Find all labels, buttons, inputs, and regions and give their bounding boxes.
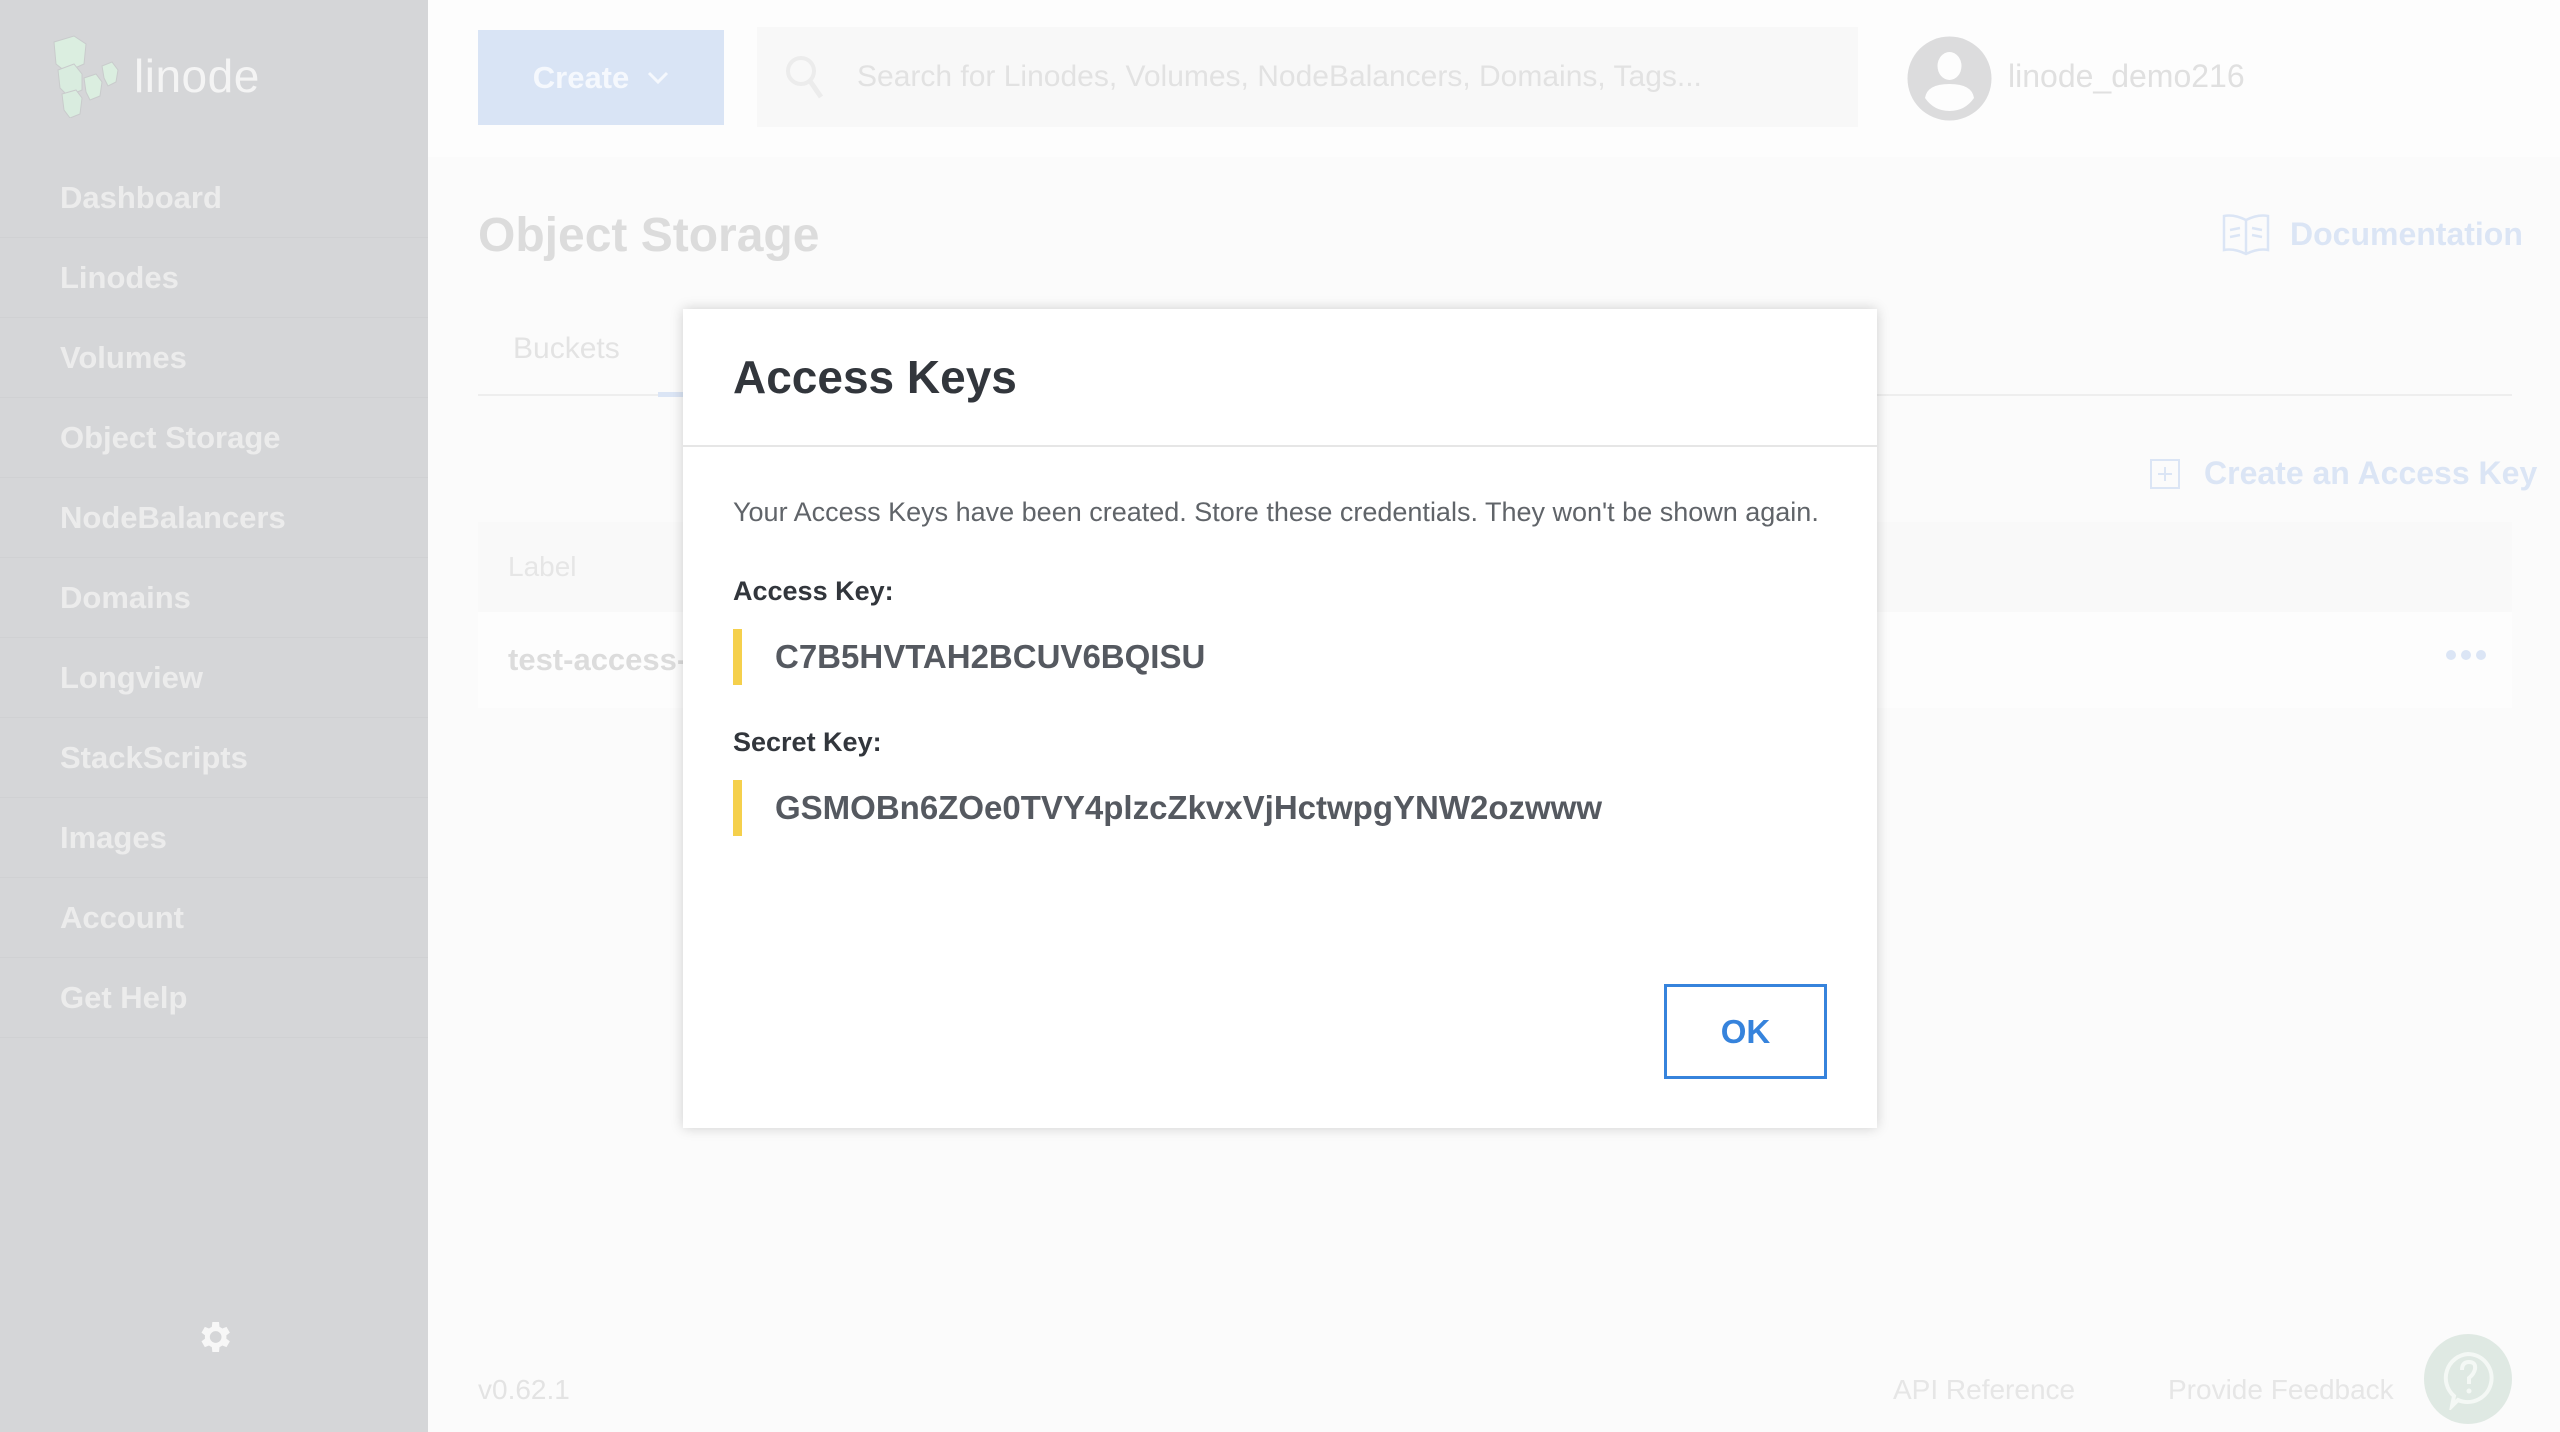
provide-feedback-link[interactable]: Provide Feedback: [2168, 1374, 2394, 1406]
user-avatar-icon[interactable]: [1907, 36, 1992, 121]
dialog-body: Your Access Keys have been created. Stor…: [683, 497, 1877, 836]
more-dot-icon: [2446, 650, 2456, 660]
row-actions-menu[interactable]: [2446, 650, 2486, 660]
plus-icon: [2150, 458, 2180, 489]
linode-logo-icon: [53, 35, 119, 118]
sidebar-item-dashboard[interactable]: Dashboard: [0, 158, 428, 238]
dialog-header: Access Keys: [683, 309, 1877, 447]
sidebar-item-object-storage[interactable]: Object Storage: [0, 398, 428, 478]
username[interactable]: linode_demo216: [2008, 58, 2245, 95]
documentation-link[interactable]: Documentation: [2222, 212, 2523, 256]
sidebar-item-nodebalancers[interactable]: NodeBalancers: [0, 478, 428, 558]
create-access-key-button[interactable]: Create an Access Key: [2150, 455, 2537, 492]
sidebar-item-domains[interactable]: Domains: [0, 558, 428, 638]
access-key-label: Access Key:: [733, 576, 894, 606]
search-bar[interactable]: [757, 27, 1858, 127]
chevron-down-icon: [648, 71, 669, 84]
sidebar-item-longview[interactable]: Longview: [0, 638, 428, 718]
create-button-label: Create: [532, 59, 630, 95]
gear-icon[interactable]: [194, 1317, 234, 1357]
sidebar-item-images[interactable]: Images: [0, 798, 428, 878]
create-access-key-label: Create an Access Key: [2204, 455, 2538, 491]
sidebar-item-volumes[interactable]: Volumes: [0, 318, 428, 398]
top-bar: Create linode_demo216 1: [428, 0, 2560, 157]
documentation-label: Documentation: [2290, 215, 2523, 252]
page-title: Object Storage: [478, 209, 820, 262]
book-icon: [2222, 214, 2270, 256]
sidebar-item-get-help[interactable]: Get Help: [0, 958, 428, 1038]
sidebar-item-stackscripts[interactable]: StackScripts: [0, 718, 428, 798]
version-label: v0.62.1: [478, 1374, 570, 1405]
access-key-value[interactable]: C7B5HVTAH2BCUV6BQISU: [733, 629, 1827, 685]
help-question-icon: [2443, 1351, 2494, 1410]
search-icon: [786, 56, 824, 99]
secret-key-label: Secret Key:: [733, 727, 882, 757]
secret-key-value[interactable]: GSMOBn6ZOe0TVY4plzcZkvxVjHctwpgYNW2ozwww: [733, 780, 1827, 836]
dialog-title: Access Keys: [733, 351, 1017, 403]
dialog-message: Your Access Keys have been created. Stor…: [733, 497, 1819, 527]
create-button[interactable]: Create: [478, 30, 724, 125]
sidebar-item-account[interactable]: Account: [0, 878, 428, 958]
more-dot-icon: [2476, 650, 2486, 660]
column-header-label: Label: [508, 551, 577, 582]
sidebar-item-linodes[interactable]: Linodes: [0, 238, 428, 318]
brand-name: linode: [134, 50, 260, 102]
access-keys-dialog: Access Keys Your Access Keys have been c…: [683, 309, 1877, 1128]
more-dot-icon: [2461, 650, 2471, 660]
sidebar: linode Dashboard Linodes Volumes Object …: [0, 0, 428, 1432]
search-input[interactable]: [857, 60, 1817, 94]
api-reference-link[interactable]: API Reference: [1893, 1374, 2075, 1406]
tab-buckets[interactable]: Buckets: [513, 332, 620, 366]
help-button[interactable]: [2424, 1334, 2512, 1424]
ok-button[interactable]: OK: [1664, 984, 1827, 1079]
sidebar-nav: Dashboard Linodes Volumes Object Storage…: [0, 158, 428, 1038]
logo[interactable]: linode: [48, 34, 260, 118]
